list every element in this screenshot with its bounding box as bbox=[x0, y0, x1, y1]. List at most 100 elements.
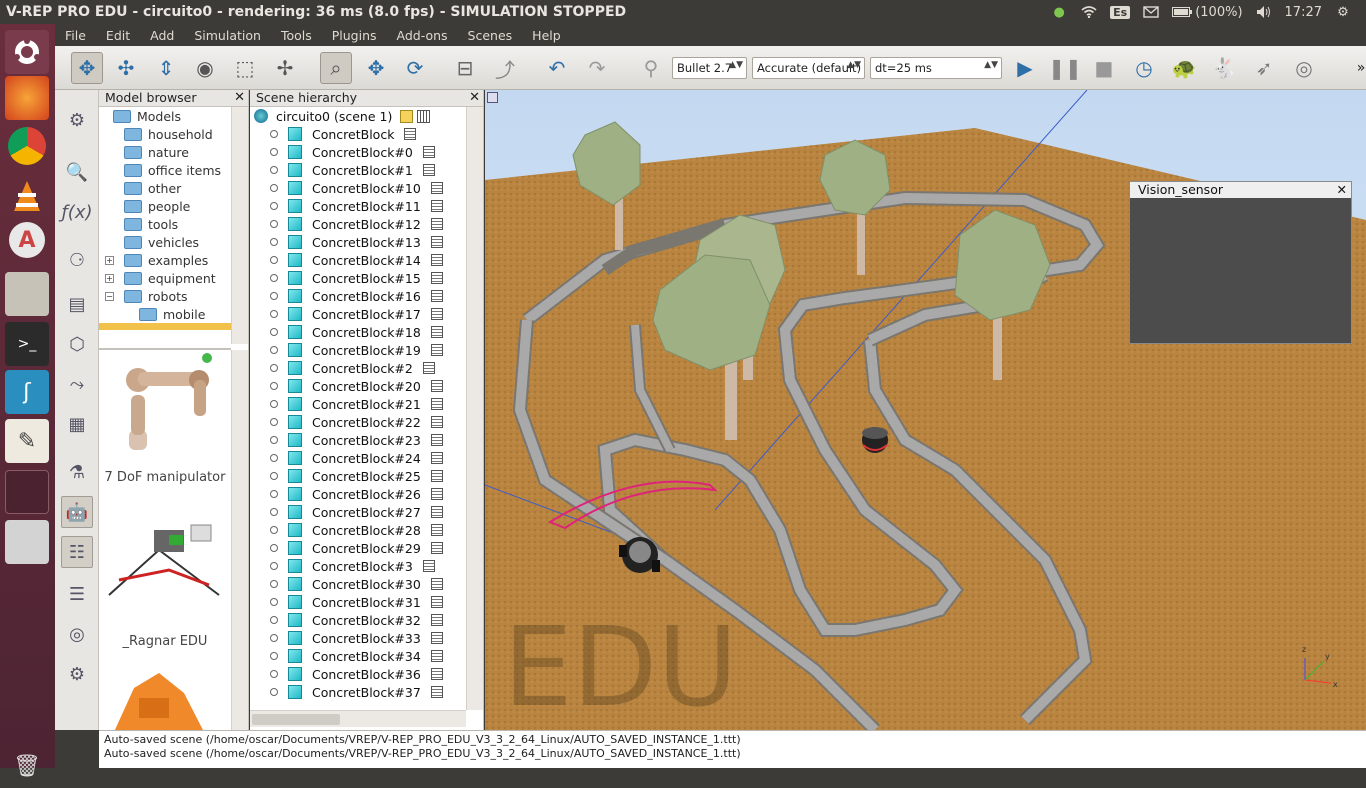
workspace-switcher-icon[interactable] bbox=[5, 470, 49, 514]
tree-folder[interactable]: vehicles bbox=[124, 233, 199, 251]
menu-plugins[interactable]: Plugins bbox=[322, 28, 387, 43]
model-folder-tree[interactable]: Models household nature office items oth… bbox=[99, 107, 231, 344]
child-script-icon[interactable] bbox=[430, 236, 443, 248]
physics-engine-select[interactable]: Bullet 2.7 ▲▼ bbox=[672, 57, 747, 79]
scene-object-row[interactable]: ConcretBlock#25 bbox=[250, 467, 443, 485]
tree-node-icon[interactable] bbox=[270, 130, 278, 138]
accuracy-select[interactable]: Accurate (default) ▲▼ bbox=[752, 57, 865, 79]
scene-hierarchy-hscrollbar[interactable] bbox=[250, 710, 466, 727]
scene-object-row[interactable]: ConcretBlock#0 bbox=[250, 143, 435, 161]
undo-icon[interactable]: ↶ bbox=[541, 52, 573, 84]
assemble-icon[interactable]: ⊟ bbox=[449, 52, 481, 84]
tree-folder[interactable]: Models bbox=[113, 107, 181, 125]
scene-object-row[interactable]: ConcretBlock#14 bbox=[250, 251, 443, 269]
wifi-icon[interactable] bbox=[1080, 4, 1098, 20]
tree-node-icon[interactable] bbox=[270, 256, 278, 264]
slow-down-turtle-icon[interactable]: 🐢 bbox=[1168, 52, 1200, 84]
tree-node-icon[interactable] bbox=[270, 634, 278, 642]
tree-node-icon[interactable] bbox=[270, 436, 278, 444]
scene-root[interactable]: circuito0 (scene 1) bbox=[254, 107, 431, 125]
tree-folder[interactable]: people bbox=[124, 197, 190, 215]
tree-node-icon[interactable] bbox=[270, 418, 278, 426]
tree-node-icon[interactable] bbox=[270, 148, 278, 156]
tree-folder[interactable]: office items bbox=[124, 161, 221, 179]
text-editor-icon[interactable]: ✎ bbox=[5, 419, 49, 463]
scene-object-row[interactable]: ConcretBlock#21 bbox=[250, 395, 443, 413]
status-console[interactable]: Auto-saved scene (/home/oscar/Documents/… bbox=[99, 730, 1366, 768]
scene-object-row[interactable]: ConcretBlock#23 bbox=[250, 431, 443, 449]
scene-hierarchy-toggle-icon[interactable]: 🤖 bbox=[61, 496, 93, 528]
tree-node-icon[interactable] bbox=[270, 346, 278, 354]
tree-node-icon[interactable] bbox=[270, 310, 278, 318]
child-script-icon[interactable] bbox=[430, 470, 443, 482]
child-script-icon[interactable] bbox=[422, 164, 435, 176]
scene-object-row[interactable]: ConcretBlock#2 bbox=[250, 359, 435, 377]
layers-icon[interactable]: ☰ bbox=[61, 578, 93, 610]
child-script-icon[interactable] bbox=[430, 326, 443, 338]
rocket-icon[interactable]: ➶ bbox=[1248, 52, 1280, 84]
battery-indicator[interactable]: (100%) bbox=[1172, 5, 1243, 20]
menu-scenes[interactable]: Scenes bbox=[458, 28, 523, 43]
scene-object-row[interactable]: ConcretBlock#31 bbox=[250, 593, 443, 611]
menu-tools[interactable]: Tools bbox=[271, 28, 322, 43]
tree-folder[interactable]: household bbox=[124, 125, 213, 143]
menu-add[interactable]: Add bbox=[140, 28, 184, 43]
scripts-icon[interactable]: ▤ bbox=[61, 288, 93, 320]
selected-folder-highlight[interactable] bbox=[99, 323, 231, 330]
scene-object-row[interactable]: ConcretBlock#32 bbox=[250, 611, 443, 629]
user-settings-icon[interactable]: ⚙ bbox=[61, 658, 93, 690]
calculation-modules-icon[interactable]: ƒ(x) bbox=[61, 196, 93, 228]
child-script-icon[interactable] bbox=[404, 128, 417, 140]
script-icon[interactable] bbox=[417, 109, 431, 123]
scene-object-row[interactable]: ConcretBlock#34 bbox=[250, 647, 443, 665]
vision-sensor-window[interactable]: Vision_sensor ✕ bbox=[1129, 181, 1352, 344]
scene-object-row[interactable]: ConcretBlock#36 bbox=[250, 665, 443, 683]
child-script-icon[interactable] bbox=[430, 272, 443, 284]
menu-simulation[interactable]: Simulation bbox=[184, 28, 271, 43]
tree-node-icon[interactable] bbox=[270, 526, 278, 534]
dash-home-icon[interactable] bbox=[5, 30, 49, 74]
fit-to-view-icon[interactable]: ⬚ bbox=[229, 52, 261, 84]
scene-object-row[interactable]: ConcretBlock#17 bbox=[250, 305, 443, 323]
selection-icon[interactable]: ▦ bbox=[61, 408, 93, 440]
scene-object-row[interactable]: ConcretBlock#1 bbox=[250, 161, 435, 179]
thumbnail-ragnar-edu[interactable]: _Ragnar EDU bbox=[99, 510, 231, 650]
model-thumbnail-list[interactable]: 7 DoF manipulator _Ragnar EDU bbox=[99, 348, 231, 730]
tree-node-icon[interactable] bbox=[270, 508, 278, 516]
click-select-icon[interactable]: ⌕ bbox=[320, 52, 352, 84]
child-script-icon[interactable] bbox=[430, 290, 443, 302]
scene-object-row[interactable]: ConcretBlock#24 bbox=[250, 449, 443, 467]
camera-pan-icon[interactable]: ✥ bbox=[71, 52, 103, 84]
scene-object-row[interactable]: ConcretBlock#30 bbox=[250, 575, 443, 593]
mail-icon[interactable] bbox=[1142, 4, 1160, 20]
child-script-icon[interactable] bbox=[430, 686, 443, 698]
terminal-icon[interactable]: >_ bbox=[5, 322, 49, 366]
realtime-clock-icon[interactable]: ◷ bbox=[1128, 52, 1160, 84]
path-edit-icon[interactable]: ⤳ bbox=[61, 368, 93, 400]
child-script-icon[interactable] bbox=[430, 416, 443, 428]
tree-node-icon[interactable] bbox=[270, 472, 278, 480]
scene-object-row[interactable]: ConcretBlock#27 bbox=[250, 503, 443, 521]
tree-folder[interactable]: mobile bbox=[139, 305, 205, 323]
tree-node-icon[interactable] bbox=[270, 166, 278, 174]
files-icon[interactable] bbox=[5, 272, 49, 316]
model-tree-scrollbar[interactable] bbox=[231, 107, 248, 344]
tree-node-icon[interactable] bbox=[270, 454, 278, 462]
child-script-icon[interactable] bbox=[430, 632, 443, 644]
chrome-icon[interactable] bbox=[8, 127, 46, 165]
scene-object-row[interactable]: ConcretBlock#10 bbox=[250, 179, 443, 197]
camera-angle-icon[interactable]: ◉ bbox=[189, 52, 221, 84]
scene-object-row[interactable]: ConcretBlock#11 bbox=[250, 197, 443, 215]
volume-icon[interactable] bbox=[1255, 4, 1273, 20]
scene-object-row[interactable]: ConcretBlock#19 bbox=[250, 341, 443, 359]
tree-node-icon[interactable] bbox=[270, 688, 278, 696]
scene-object-row[interactable]: ConcretBlock bbox=[250, 125, 417, 143]
scene-object-row[interactable]: ConcretBlock#28 bbox=[250, 521, 443, 539]
zoom-icon[interactable]: 🔍 bbox=[61, 156, 93, 188]
transfer-dna-icon[interactable]: ⤴ bbox=[489, 52, 521, 84]
tree-node-icon[interactable] bbox=[270, 670, 278, 678]
simulation-settings-icon[interactable]: ⚙ bbox=[61, 104, 93, 136]
scene-hierarchy-vscrollbar[interactable] bbox=[466, 107, 483, 710]
keyboard-layout[interactable]: Es bbox=[1110, 5, 1131, 19]
child-script-icon[interactable] bbox=[430, 452, 443, 464]
